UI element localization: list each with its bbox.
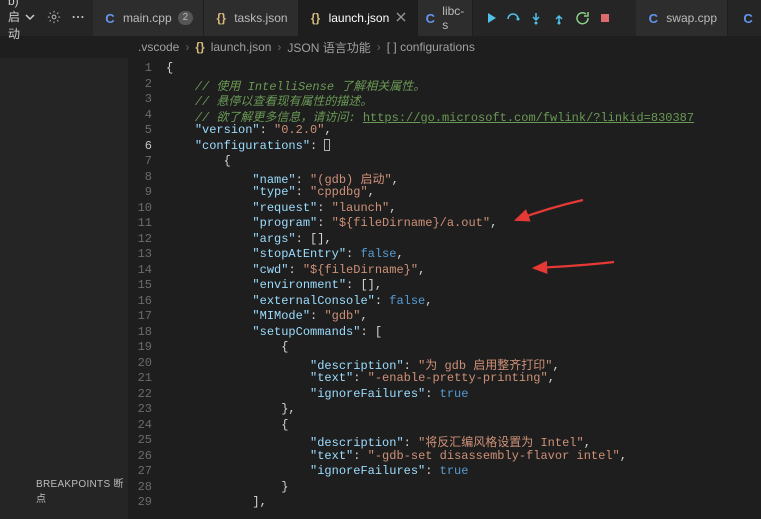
breadcrumb-segment[interactable]: JSON 语言功能: [287, 39, 370, 56]
continue-icon[interactable]: [483, 11, 497, 25]
tab-label: main.cpp: [123, 11, 172, 25]
chevron-down-icon: [25, 11, 35, 25]
json-file-icon: {}: [214, 11, 228, 25]
cpp-file-icon: C: [646, 11, 660, 25]
c-file-icon: C: [737, 11, 751, 25]
stop-icon[interactable]: [598, 11, 612, 25]
tab-tasks-json[interactable]: {} tasks.json: [204, 0, 298, 36]
step-into-icon[interactable]: [529, 11, 543, 25]
code-editor[interactable]: 1{ 2 // 使用 IntelliSense 了解相关属性。 3 // 悬停以…: [128, 58, 761, 519]
close-icon[interactable]: [395, 11, 407, 26]
breadcrumb-segment[interactable]: launch.json: [211, 40, 272, 54]
step-out-icon[interactable]: [552, 11, 566, 25]
tab-problems-badge: 2: [178, 11, 194, 25]
step-over-icon[interactable]: [506, 11, 520, 25]
tab-label: libc-s: [442, 4, 466, 32]
c-file-icon: C: [424, 11, 436, 25]
chevron-right-icon: ›: [377, 40, 381, 54]
json-file-icon: {}: [309, 11, 323, 25]
breadcrumb-segment[interactable]: [ ] configurations: [387, 40, 475, 54]
title-bar: b) 启动 C main.cpp 2 {} tasks.json {} laun…: [0, 0, 761, 36]
tab-swap-cpp[interactable]: C swap.cpp: [636, 0, 728, 36]
editor-tabs: C main.cpp 2 {} tasks.json {} launch.jso…: [93, 0, 473, 36]
breadcrumb-segment[interactable]: .vscode: [138, 40, 179, 54]
more-icon[interactable]: [71, 10, 85, 27]
breadcrumb[interactable]: .vscode › {} launch.json › JSON 语言功能 › […: [0, 36, 761, 58]
tab-launch-json[interactable]: {} launch.json: [299, 0, 419, 36]
chevron-right-icon: ›: [277, 40, 281, 54]
cpp-file-icon: C: [103, 11, 117, 25]
debug-launch-selector[interactable]: b) 启动: [0, 0, 93, 42]
tab-main-cpp[interactable]: C main.cpp 2: [93, 0, 204, 36]
breakpoints-section-header[interactable]: BREAKPOINTS 断点: [36, 475, 128, 505]
tab-label: swap.cpp: [666, 11, 717, 25]
restart-icon[interactable]: [575, 11, 589, 25]
tab-label: tasks.json: [234, 11, 287, 25]
side-panel: BREAKPOINTS 断点: [0, 58, 128, 519]
cursor: [324, 139, 330, 151]
launch-config-label: b) 启动: [8, 0, 21, 42]
gear-icon[interactable]: [47, 10, 61, 27]
chevron-right-icon: ›: [185, 40, 189, 54]
tab-libc[interactable]: C libc-s: [418, 0, 473, 36]
tab-label: launch.json: [329, 11, 390, 25]
debug-action-bar: C swap.cpp C: [473, 0, 761, 36]
json-file-icon: {}: [195, 40, 204, 54]
